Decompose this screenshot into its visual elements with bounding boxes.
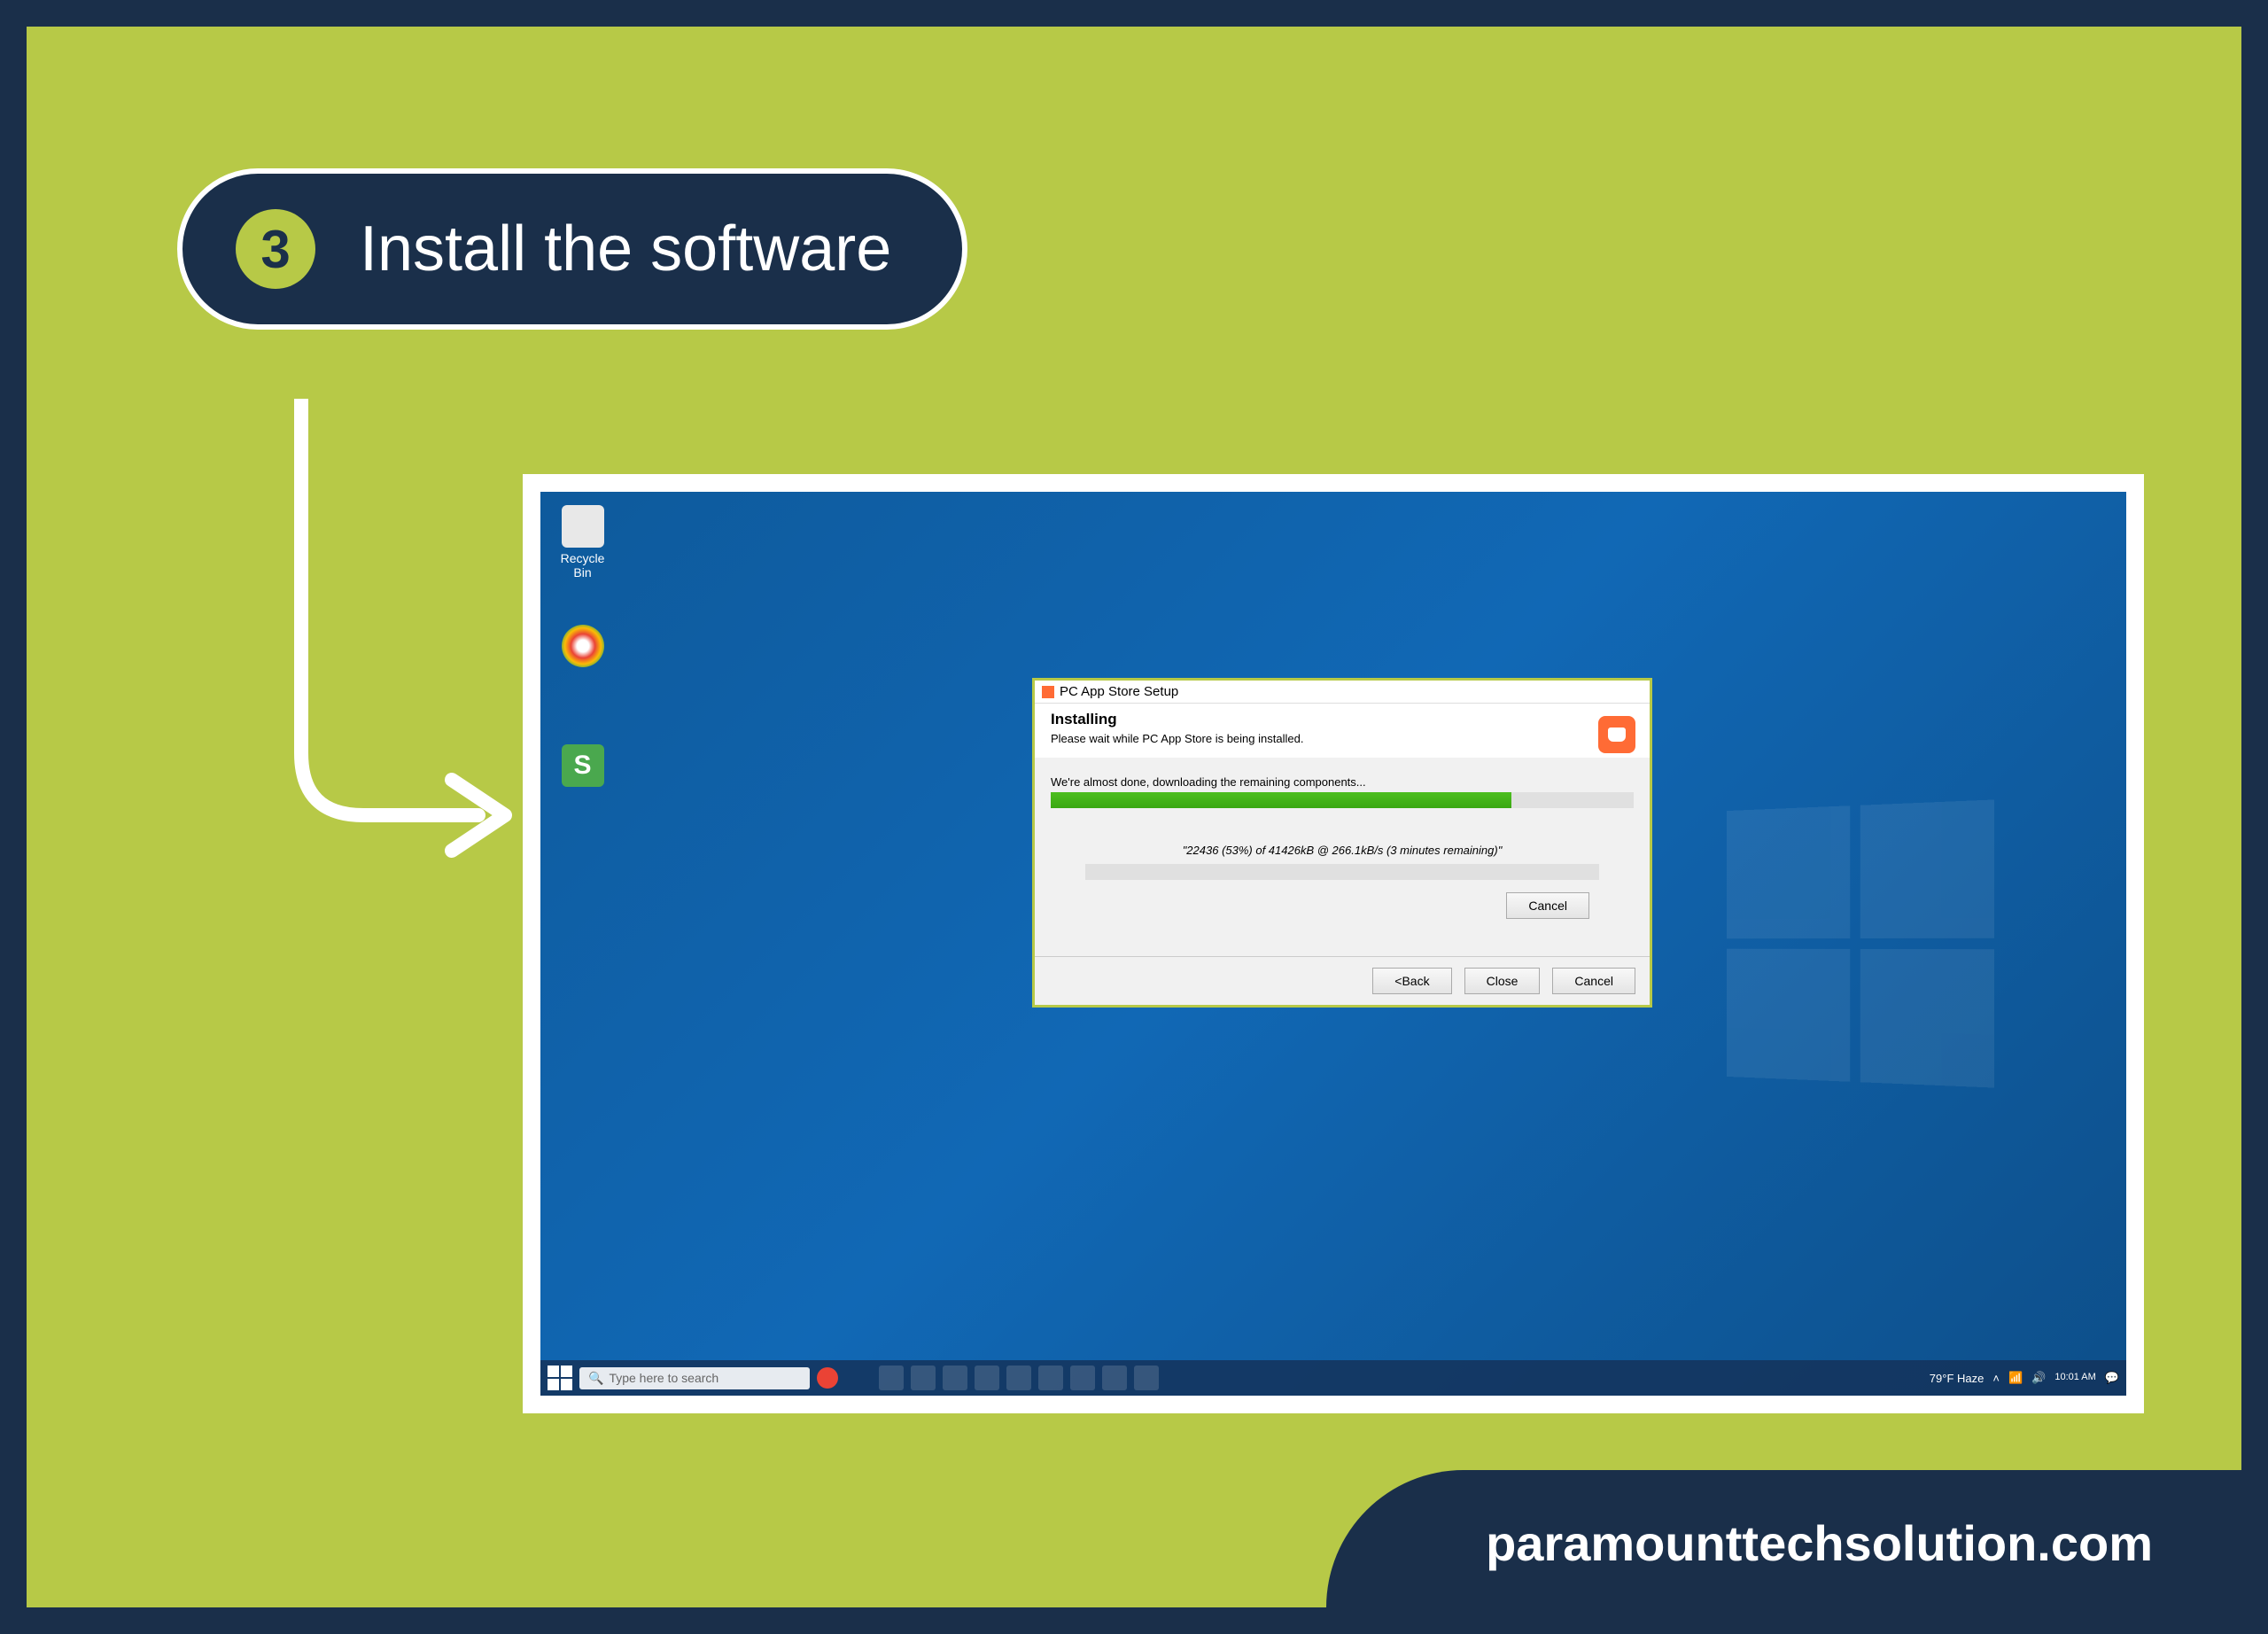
tray-chevron-icon[interactable]: ˄ xyxy=(1992,1372,2000,1385)
installer-window: PC App Store Setup Installing Please wai… xyxy=(1032,678,1652,1008)
time-text: 10:01 AM xyxy=(2054,1372,2095,1383)
windows-logo-watermark xyxy=(1717,805,1993,1082)
chrome-icon xyxy=(562,625,604,667)
notifications-icon[interactable]: 💬 xyxy=(2105,1371,2119,1385)
start-button[interactable] xyxy=(548,1366,572,1390)
download-info: "22436 (53%) of 41426kB @ 266.1kB/s (3 m… xyxy=(1051,844,1634,857)
taskbar-app-icon[interactable] xyxy=(1134,1366,1159,1390)
search-placeholder: Type here to search xyxy=(609,1371,718,1385)
cancel-button[interactable]: Cancel xyxy=(1552,968,1635,994)
website-footer: paramounttechsolution.com xyxy=(1326,1470,2241,1607)
step-number: 3 xyxy=(260,219,290,280)
taskbar-app-icon[interactable] xyxy=(1070,1366,1095,1390)
app-logo-icon xyxy=(1598,716,1635,753)
taskbar: 🔍 Type here to search 79°F Haze ˄ 📶 🔊 10… xyxy=(540,1360,2126,1396)
system-tray: 79°F Haze ˄ 📶 🔊 10:01 AM 💬 xyxy=(1930,1371,2119,1385)
step-title: Install the software xyxy=(360,213,891,285)
titlebar-app-icon xyxy=(1042,686,1054,698)
main-progress-fill xyxy=(1051,792,1511,808)
clock[interactable]: 10:01 AM xyxy=(2054,1372,2095,1383)
weather-widget[interactable]: 79°F Haze xyxy=(1930,1372,1984,1385)
desktop-icon-recycle-bin[interactable]: Recycle Bin xyxy=(558,505,607,580)
website-url: paramounttechsolution.com xyxy=(1486,1515,2153,1571)
taskbar-app-icon[interactable] xyxy=(1038,1366,1063,1390)
search-icon: 🔍 xyxy=(588,1371,603,1386)
desktop-icon-label: Recycle Bin xyxy=(558,551,607,580)
taskbar-app-icon[interactable] xyxy=(1006,1366,1031,1390)
taskbar-search[interactable]: 🔍 Type here to search xyxy=(579,1367,810,1389)
main-progress-bar xyxy=(1051,792,1634,808)
back-button[interactable]: <Back xyxy=(1372,968,1451,994)
taskbar-app-icon[interactable] xyxy=(911,1366,936,1390)
taskbar-app-icon[interactable] xyxy=(943,1366,967,1390)
app-icon: S xyxy=(562,744,604,787)
desktop-background: Recycle Bin S PC App Store Setup Install… xyxy=(540,492,2126,1396)
cortana-icon[interactable] xyxy=(817,1367,838,1389)
wifi-icon[interactable]: 📶 xyxy=(2008,1371,2023,1385)
screenshot-frame: Recycle Bin S PC App Store Setup Install… xyxy=(523,474,2144,1413)
volume-icon[interactable]: 🔊 xyxy=(2031,1371,2046,1385)
window-title: PC App Store Setup xyxy=(1060,684,1178,699)
taskbar-app-icon[interactable] xyxy=(975,1366,999,1390)
taskbar-app-icon[interactable] xyxy=(1102,1366,1127,1390)
titlebar[interactable]: PC App Store Setup xyxy=(1035,681,1650,704)
sub-progress-bar xyxy=(1085,864,1598,880)
status-text: We're almost done, downloading the remai… xyxy=(1051,775,1634,789)
recycle-bin-icon xyxy=(562,505,604,548)
cancel-download-button[interactable]: Cancel xyxy=(1506,892,1589,919)
close-button[interactable]: Close xyxy=(1464,968,1541,994)
desktop-icon-app[interactable]: S xyxy=(558,744,607,790)
installer-body: We're almost done, downloading the remai… xyxy=(1035,758,1650,956)
installer-header: Installing Please wait while PC App Stor… xyxy=(1035,704,1650,758)
taskbar-app-icon[interactable] xyxy=(879,1366,904,1390)
installer-subheading: Please wait while PC App Store is being … xyxy=(1051,732,1634,745)
step-header: 3 Install the software xyxy=(177,168,967,330)
installer-heading: Installing xyxy=(1051,711,1634,728)
desktop-icon-chrome[interactable] xyxy=(558,625,607,671)
arrow-connector xyxy=(248,399,532,895)
installer-footer: <Back Close Cancel xyxy=(1035,956,1650,1005)
step-number-badge: 3 xyxy=(236,209,315,289)
